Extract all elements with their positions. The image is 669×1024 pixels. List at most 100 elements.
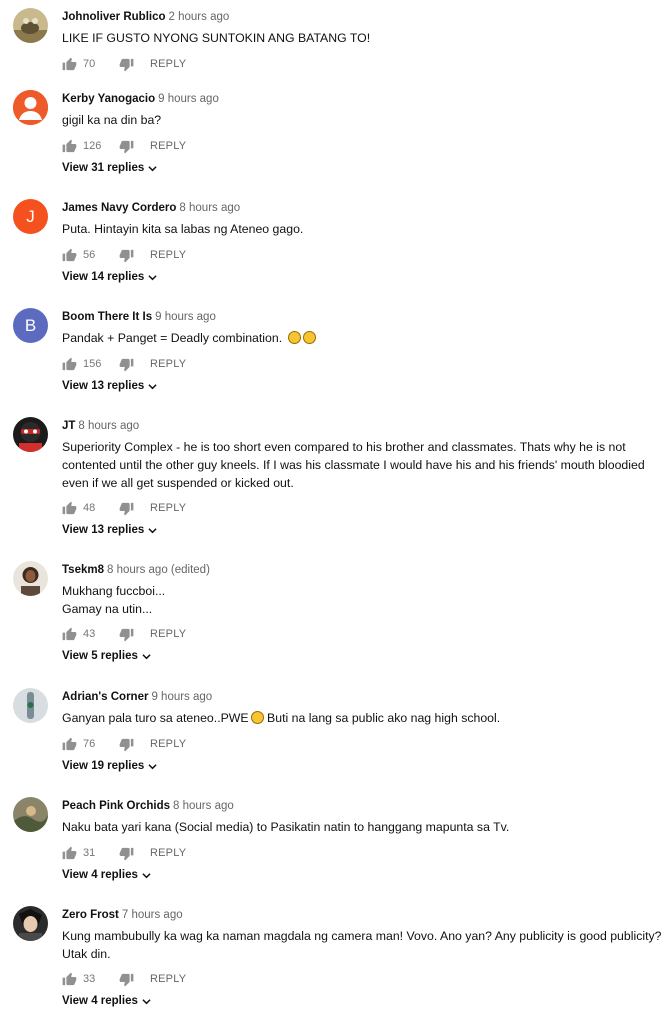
chevron-down-icon	[148, 274, 157, 280]
image-avatar-icon	[13, 688, 48, 723]
thumbs-up-icon[interactable]	[62, 972, 77, 987]
reply-button[interactable]: REPLY	[150, 58, 186, 70]
comment-actions: 126 REPLY	[62, 138, 186, 154]
like-count: 156	[83, 358, 102, 370]
view-replies-label: View 4 replies	[62, 995, 138, 1007]
thumbs-down-icon[interactable]	[119, 57, 134, 72]
thumbs-down-icon[interactable]	[119, 972, 134, 987]
author-name[interactable]: JT	[62, 420, 75, 432]
reply-button[interactable]: REPLY	[150, 973, 186, 985]
thumbs-up-icon[interactable]	[62, 627, 77, 642]
thumbs-down-icon[interactable]	[119, 139, 134, 154]
comment-line: gigil ka na din ba?	[62, 113, 162, 127]
view-replies-button[interactable]: View 5 replies	[62, 650, 151, 662]
comment-meta: Zero Frost 7 hours ago	[62, 908, 183, 922]
timestamp[interactable]: 8 hours ago	[78, 420, 139, 432]
comment-line: Superiority Complex - he is too short ev…	[62, 440, 626, 454]
comment-line: LIKE IF GUSTO NYONG SUNTOKIN ANG BATANG …	[62, 31, 371, 45]
avatar[interactable]	[13, 90, 48, 125]
comment-meta: JT 8 hours ago	[62, 419, 139, 433]
thumbs-up-icon[interactable]	[62, 846, 77, 861]
avatar[interactable]	[13, 417, 48, 452]
view-replies-button[interactable]: View 4 replies	[62, 995, 151, 1007]
comment-actions: 33 REPLY	[62, 971, 186, 987]
avatar[interactable]	[13, 797, 48, 832]
thumbs-up-icon[interactable]	[62, 737, 77, 752]
view-replies-button[interactable]: View 4 replies	[62, 869, 151, 881]
author-name[interactable]: James Navy Cordero	[62, 202, 176, 214]
timestamp[interactable]: 9 hours ago	[158, 93, 219, 105]
thumbs-up-icon[interactable]	[62, 139, 77, 154]
reply-button[interactable]: REPLY	[150, 358, 186, 370]
reply-button[interactable]: REPLY	[150, 847, 186, 859]
avatar[interactable]	[13, 8, 48, 43]
comment-meta: Johnoliver Rublico 2 hours ago	[62, 10, 229, 24]
like-count: 126	[83, 140, 102, 152]
avatar[interactable]	[13, 906, 48, 941]
thumbs-down-icon[interactable]	[119, 627, 134, 642]
thumbs-up-icon[interactable]	[62, 248, 77, 263]
timestamp[interactable]: 9 hours ago	[155, 311, 216, 323]
view-replies-button[interactable]: View 19 replies	[62, 760, 157, 772]
comment-line: contented until the other guy kneels. If…	[62, 458, 645, 472]
comment-line: Kung mambubully ka wag ka naman magdala …	[62, 929, 662, 943]
thumbs-down-icon[interactable]	[119, 501, 134, 516]
comment-meta: Boom There It Is 9 hours ago	[62, 310, 216, 324]
thumbs-up-icon[interactable]	[62, 501, 77, 516]
timestamp[interactable]: 8 hours ago	[179, 202, 240, 214]
thumbs-up-icon[interactable]	[62, 357, 77, 372]
comment-actions: 31 REPLY	[62, 845, 186, 861]
image-avatar-icon	[13, 797, 48, 832]
view-replies-button[interactable]: View 31 replies	[62, 162, 157, 174]
author-name[interactable]: Adrian's Corner	[62, 691, 148, 703]
comment-meta: Kerby Yanogacio 9 hours ago	[62, 92, 219, 106]
author-name[interactable]: Boom There It Is	[62, 311, 152, 323]
reply-button[interactable]: REPLY	[150, 140, 186, 152]
avatar-letter: B	[24, 315, 37, 335]
chevron-down-icon	[142, 998, 151, 1004]
author-name[interactable]: Tsekm8	[62, 564, 104, 576]
like-count: 31	[83, 847, 96, 859]
thumbs-down-icon[interactable]	[119, 357, 134, 372]
thumbs-down-icon[interactable]	[119, 737, 134, 752]
chevron-down-icon	[148, 383, 157, 389]
comment-actions: 156 REPLY	[62, 356, 186, 372]
comment-text: Puta. Hintayin kita sa labas ng Ateneo g…	[62, 220, 660, 238]
comment-text: Mukhang fuccboi... Gamay na utin...	[62, 582, 660, 618]
thumbs-down-icon[interactable]	[119, 846, 134, 861]
image-avatar-icon	[13, 8, 48, 43]
author-name[interactable]: Peach Pink Orchids	[62, 800, 170, 812]
chevron-down-icon	[148, 165, 157, 171]
view-replies-label: View 13 replies	[62, 524, 145, 536]
timestamp[interactable]: 2 hours ago	[169, 11, 230, 23]
reply-button[interactable]: REPLY	[150, 249, 186, 261]
author-name[interactable]: Zero Frost	[62, 909, 119, 921]
comment-meta: Tsekm8 8 hours ago (edited)	[62, 563, 210, 577]
reply-button[interactable]: REPLY	[150, 502, 186, 514]
thumbs-down-icon[interactable]	[119, 248, 134, 263]
chevron-down-icon	[148, 763, 157, 769]
image-avatar-icon	[13, 561, 48, 596]
author-name[interactable]: Johnoliver Rublico	[62, 11, 166, 23]
reply-button[interactable]: REPLY	[150, 738, 186, 750]
view-replies-button[interactable]: View 13 replies	[62, 524, 157, 536]
avatar[interactable]	[13, 688, 48, 723]
rofl-emoji-icon	[302, 331, 316, 344]
reply-button[interactable]: REPLY	[150, 628, 186, 640]
comment-meta: James Navy Cordero 8 hours ago	[62, 201, 240, 215]
avatar[interactable]: J	[13, 199, 48, 234]
avatar[interactable]	[13, 561, 48, 596]
avatar[interactable]: B	[13, 308, 48, 343]
timestamp[interactable]: 7 hours ago	[122, 909, 183, 921]
view-replies-label: View 31 replies	[62, 162, 145, 174]
view-replies-button[interactable]: View 13 replies	[62, 380, 157, 392]
comment-line: Ganyan pala turo sa ateneo..PWE Buti na …	[62, 709, 660, 727]
author-name[interactable]: Kerby Yanogacio	[62, 93, 155, 105]
view-replies-button[interactable]: View 14 replies	[62, 271, 157, 283]
timestamp[interactable]: 8 hours ago (edited)	[107, 564, 210, 576]
timestamp[interactable]: 9 hours ago	[151, 691, 212, 703]
comment-text: Naku bata yari kana (Social media) to Pa…	[62, 818, 660, 836]
thumbs-up-icon[interactable]	[62, 57, 77, 72]
timestamp[interactable]: 8 hours ago	[173, 800, 234, 812]
view-replies-label: View 13 replies	[62, 380, 145, 392]
